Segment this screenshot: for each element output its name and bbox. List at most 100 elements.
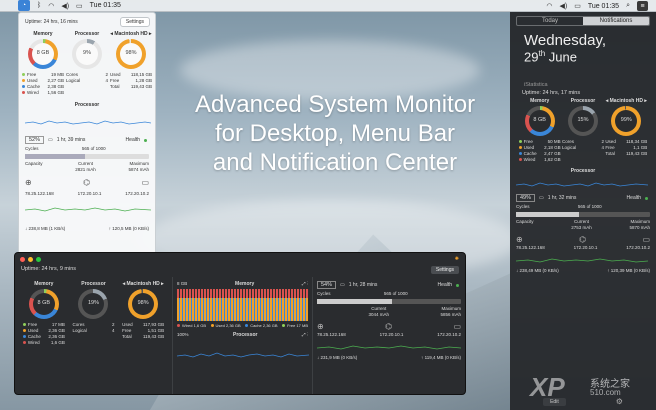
date-day: Wednesday,: [524, 32, 606, 49]
processor-section: Processor 9% Cores 2 Logical 4: [66, 31, 108, 96]
router-icon: ⌬: [579, 235, 587, 245]
globe-icon: ⊕: [516, 235, 523, 245]
processor-title: Processor: [81, 281, 106, 287]
memory-ring: 8 GB: [524, 106, 555, 137]
desktop-widget-window: ✺ Uptime: 24 hrs, 9 mins Settings Memory…: [14, 252, 466, 395]
network-line-chart: [24, 207, 152, 212]
settings-button[interactable]: Settings: [430, 266, 459, 274]
watermark-logo: XP: [530, 372, 565, 402]
health-label: Health: [437, 282, 452, 288]
stats-column: Memory 8 GB Free 17 MB Used 2,36 GB Cache 2…: [15, 277, 173, 394]
cycles-row: Cycles 565 of 1000: [25, 146, 106, 151]
widget-title: iStatistica: [524, 82, 548, 89]
health-indicator-icon: [144, 138, 147, 142]
laptop-icon: ▭: [141, 178, 149, 187]
battery-icon[interactable]: ▭: [574, 2, 581, 10]
battery-row: 52% ▭ 1 hr, 39 mins Health: [19, 134, 155, 146]
wifi-icon[interactable]: ◠: [48, 2, 54, 10]
processor-title: Processor: [74, 31, 100, 37]
battery-time: 1 hr, 28 mins: [348, 282, 378, 288]
processor-chart-title: Processor: [74, 102, 100, 108]
istatistica-menu-icon[interactable]: ◔: [18, 0, 30, 11]
close-button[interactable]: [20, 256, 25, 262]
processor-ring: 19%: [78, 289, 109, 319]
router-icon: ⌬: [385, 322, 393, 331]
battery-icon: ▭: [539, 195, 544, 202]
health-indicator-icon: [645, 196, 648, 200]
disk-section: ◂ Macintosh HD ▸ 98% Used 118,15 GB Free 1…: [110, 31, 152, 96]
proc-row: Logical 4: [66, 78, 108, 83]
charts-column: 8 GB Memory ⤢ ⫶ Wired 1,6 GB Used 2,36 G…: [173, 277, 313, 394]
volume-icon[interactable]: ◀): [559, 2, 567, 10]
disk-title[interactable]: ◂ Macintosh HD ▸: [122, 281, 164, 287]
processor-value: 9%: [83, 50, 91, 56]
battery-percent: 52%: [25, 136, 45, 144]
upload-icon: ↑: [421, 355, 424, 360]
globe-icon: ⊕: [317, 322, 324, 331]
battery-capacity-bar: [25, 154, 149, 159]
download-icon: ↓: [25, 226, 28, 231]
memory-ring: 8 GB: [28, 39, 58, 69]
memory-legend: Wired 1,6 GB Used 2,36 GB Cache 2,36 GB …: [177, 323, 308, 328]
tab-today[interactable]: Today: [517, 17, 583, 25]
minimize-button[interactable]: [28, 256, 33, 262]
headline: Advanced System Monitor for Desktop, Men…: [170, 90, 500, 177]
download-icon: ↓: [317, 355, 320, 360]
watermark-site: 510.com: [590, 388, 621, 397]
notification-center-icon[interactable]: ≡: [637, 1, 648, 11]
menu-clock-right[interactable]: Tue 01:35: [588, 3, 619, 10]
battery-icon: ▭: [340, 282, 345, 288]
headline-line-1: Advanced System Monitor: [194, 91, 476, 118]
volume-icon[interactable]: ◀): [61, 2, 69, 10]
bluetooth-icon[interactable]: ᛒ: [37, 2, 41, 9]
health-label: Health: [626, 195, 641, 202]
wifi-icon[interactable]: ◠: [546, 2, 552, 10]
battery-icon[interactable]: ▭: [76, 2, 83, 10]
battery-percent: 54%: [317, 281, 337, 289]
disk-title[interactable]: ◂ Macintosh HD ▸: [605, 98, 647, 104]
processor-title: Processor: [570, 98, 596, 105]
disk-ring: 98%: [116, 39, 146, 69]
memory-value: 8 GB: [36, 50, 50, 56]
memory-title: Memory: [34, 281, 54, 287]
laptop-icon: ▭: [642, 235, 650, 245]
memory-section: Memory 8 GB Free 19 MB Used 2,27 GB Cache 2…: [22, 31, 64, 96]
upload-icon: ↑: [108, 226, 111, 231]
menu-clock[interactable]: Tue 01:35: [90, 2, 121, 9]
processor-line-chart: [515, 182, 649, 187]
pin-icon[interactable]: ✺: [455, 256, 459, 262]
search-icon[interactable]: ⌕: [626, 2, 630, 10]
headline-line-3: and Notification Center: [212, 149, 458, 176]
battery-time: 1 hr, 39 mins: [56, 137, 86, 143]
battery-network-column: 54% ▭ 1 hr, 28 mins Health Cycles 565 of …: [316, 281, 462, 360]
network-line-chart: [515, 258, 649, 263]
memory-ring: 8 GB: [28, 289, 59, 319]
ip-row: 78.25.122.168 172.20.10.1 172.20.10.2: [25, 191, 149, 196]
chart-options-icon: ⤢ ⫶: [302, 281, 308, 286]
traffic-row: ↓ 238,8 MB (1 KB/s) ↑ 120,5 MB (0 KB/s): [25, 226, 149, 231]
settings-button[interactable]: Settings: [119, 17, 150, 27]
gear-icon[interactable]: ⚙: [616, 397, 623, 406]
download-icon: ↓: [516, 268, 519, 274]
disk-title[interactable]: ◂ Macintosh HD ▸: [110, 31, 152, 37]
date-line: 29th June: [524, 49, 577, 65]
processor-history-chart: [176, 352, 310, 358]
zoom-button[interactable]: [36, 256, 41, 262]
notification-center: Today Notifications Wednesday, 29th June…: [510, 12, 656, 410]
processor-ring: 15%: [567, 106, 598, 137]
disk-value: 98%: [125, 50, 137, 56]
globe-icon: ⊕: [25, 178, 32, 187]
network-history-chart: [316, 345, 462, 350]
menubar-dropdown-panel: Uptime: 24 hrs, 16 mins Settings Memory …: [18, 12, 156, 255]
mem-row: Wired 1,56 GB: [22, 90, 64, 96]
uptime-label: Uptime: 24 hrs, 16 mins: [25, 19, 78, 25]
uptime-label: Uptime: 24 hrs, 9 mins: [21, 266, 77, 272]
tab-notifications[interactable]: Notifications: [583, 17, 649, 25]
laptop-icon: ▭: [453, 322, 461, 331]
memory-title: Memory: [530, 98, 550, 105]
processor-line-chart: [24, 120, 152, 125]
memory-chart-title: Memory: [235, 281, 255, 287]
health-indicator-icon: [456, 283, 459, 287]
memory-title: Memory: [33, 31, 53, 37]
processor-ring: 9%: [72, 39, 102, 69]
